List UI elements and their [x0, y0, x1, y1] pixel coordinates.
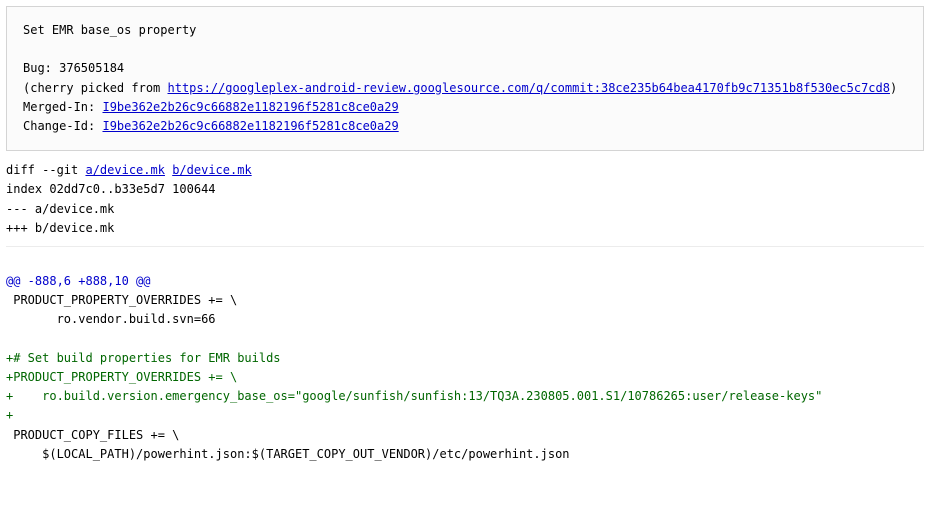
bug-id: 376505184 — [59, 61, 124, 75]
diff-body: diff --git a/device.mk b/device.mk index… — [0, 157, 930, 476]
change-id-link[interactable]: I9be362e2b26c9c66882e1182196f5281c8ce0a2… — [102, 119, 398, 133]
cherry-pick-suffix: ) — [890, 81, 897, 95]
cherry-pick-prefix: (cherry picked from — [23, 81, 168, 95]
diff-index-line: index 02dd7c0..b33e5d7 100644 — [6, 182, 216, 196]
diff-added-line: +# Set build properties for EMR builds — [6, 351, 281, 365]
diff-file-b-link[interactable]: b/device.mk — [172, 163, 251, 177]
cherry-pick-link[interactable]: https://googleplex-android-review.google… — [168, 81, 890, 95]
diff-minus-line: --- a/device.mk — [6, 202, 114, 216]
commit-title: Set EMR base_os property — [23, 23, 196, 37]
merged-in-label: Merged-In: — [23, 100, 102, 114]
diff-separator — [6, 246, 924, 247]
diff-context-line: $(LOCAL_PATH)/powerhint.json:$(TARGET_CO… — [6, 447, 570, 461]
diff-header-prefix: diff --git — [6, 163, 85, 177]
merged-in-link[interactable]: I9be362e2b26c9c66882e1182196f5281c8ce0a2… — [102, 100, 398, 114]
diff-plus-line: +++ b/device.mk — [6, 221, 114, 235]
bug-label: Bug: — [23, 61, 59, 75]
diff-added-line: + — [6, 408, 13, 422]
diff-file-a-link[interactable]: a/device.mk — [85, 163, 164, 177]
commit-message-box: Set EMR base_os property Bug: 376505184 … — [6, 6, 924, 151]
diff-context-line: PRODUCT_PROPERTY_OVERRIDES += \ — [6, 293, 237, 307]
change-id-label: Change-Id: — [23, 119, 102, 133]
diff-added-line: +PRODUCT_PROPERTY_OVERRIDES += \ — [6, 370, 237, 384]
diff-context-line: PRODUCT_COPY_FILES += \ — [6, 428, 179, 442]
diff-added-line: + ro.build.version.emergency_base_os="go… — [6, 389, 822, 403]
diff-context-line: ro.vendor.build.svn=66 — [6, 312, 216, 326]
diff-hunk-header: @@ -888,6 +888,10 @@ — [6, 274, 151, 288]
